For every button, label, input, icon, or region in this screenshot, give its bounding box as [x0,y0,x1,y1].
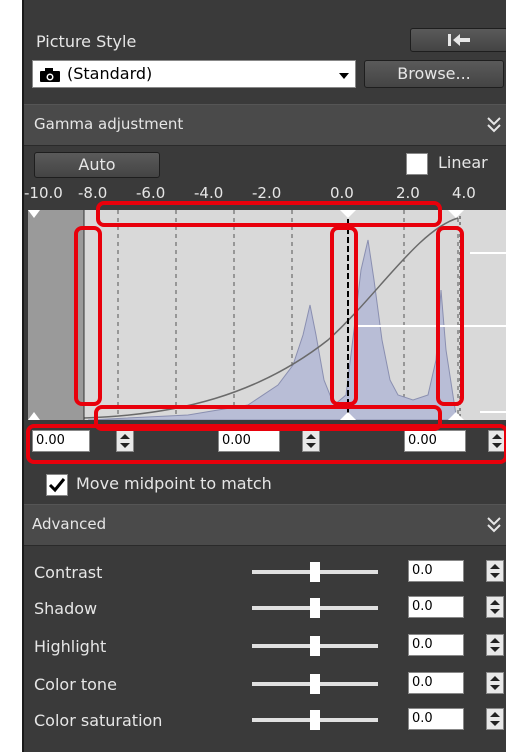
linear-checkbox[interactable] [406,153,428,175]
color-saturation-stepper[interactable] [486,708,504,730]
contrast-input[interactable]: 0.0 [408,560,464,582]
stepper-arrows-icon [490,564,500,578]
scale-tick-label: 2.0 [396,184,420,202]
highlight-slider-knob[interactable] [310,636,320,656]
annotation-right-box [436,226,464,406]
auto-button[interactable]: Auto [34,152,160,178]
highlight-input[interactable]: 0.0 [408,634,464,656]
reset-button[interactable] [410,28,506,52]
stepper-arrows-icon [490,600,500,614]
stepper-arrows-icon [490,676,500,690]
color-saturation-label: Color saturation [34,711,163,730]
scale-tick-label: -10.0 [24,184,63,202]
histogram-fill [87,239,459,420]
browse-button[interactable]: Browse... [364,60,504,88]
shadow-label: Shadow [34,599,98,618]
move-midpoint-checkbox[interactable] [46,474,68,496]
shadow-value: 0.0 [412,599,433,614]
scale-tick-label: 0.0 [330,184,354,202]
gamma-section-header[interactable]: Gamma adjustment [24,104,506,146]
contrast-stepper[interactable] [486,560,504,582]
callout-line-mid-right [356,325,506,327]
annotation-left-box [74,226,102,406]
linear-label: Linear [438,153,488,172]
highlight-label: Highlight [34,637,107,656]
color-tone-input[interactable]: 0.0 [408,672,464,694]
reset-arrow-icon [448,34,470,46]
contrast-slider-knob[interactable] [310,562,320,582]
annotation-top-box [96,201,442,227]
checkmark-icon [48,478,66,493]
advanced-section-header[interactable]: Advanced [24,504,506,546]
scale-tick-label: -2.0 [252,184,282,202]
advanced-section-title: Advanced [32,515,107,533]
collapse-chevron-icon [487,517,501,533]
color-saturation-input[interactable]: 0.0 [408,708,464,730]
shadow-input[interactable]: 0.0 [408,596,464,618]
move-midpoint-label: Move midpoint to match [76,474,272,493]
color-saturation-value: 0.0 [412,711,433,726]
contrast-label: Contrast [34,563,103,582]
shadow-slider-knob[interactable] [310,598,320,618]
tone-curve [83,217,459,419]
stepper-arrows-icon [490,638,500,652]
color-tone-stepper[interactable] [486,672,504,694]
camera-icon [40,68,60,82]
shadow-stepper[interactable] [486,596,504,618]
highlight-stepper[interactable] [486,634,504,656]
gamma-section-title: Gamma adjustment [34,115,184,133]
contrast-value: 0.0 [412,563,433,578]
annotation-inputs-box [26,424,506,464]
settings-panel: Picture Style (Standard) Browse... Gamma… [22,0,506,752]
stepper-arrows-icon [490,712,500,726]
color-saturation-slider-knob[interactable] [310,710,320,730]
picture-style-value: (Standard) [67,64,153,83]
collapse-chevron-icon [487,117,501,133]
color-tone-label: Color tone [34,675,117,694]
picture-style-select[interactable]: (Standard) [32,60,356,88]
scale-tick-label: -6.0 [136,184,166,202]
dropdown-arrow-icon [339,73,349,79]
scale-tick-label: -8.0 [78,184,108,202]
annotation-mid-box [330,226,358,406]
color-tone-slider-knob[interactable] [310,674,320,694]
picture-style-title: Picture Style [36,32,137,51]
highlight-value: 0.0 [412,637,433,652]
callout-line-top-right [470,252,506,254]
scale-tick-label: 4.0 [452,184,476,202]
color-tone-value: 0.0 [412,675,433,690]
callout-line-bottom-right [480,411,506,413]
scale-tick-label: -4.0 [194,184,224,202]
